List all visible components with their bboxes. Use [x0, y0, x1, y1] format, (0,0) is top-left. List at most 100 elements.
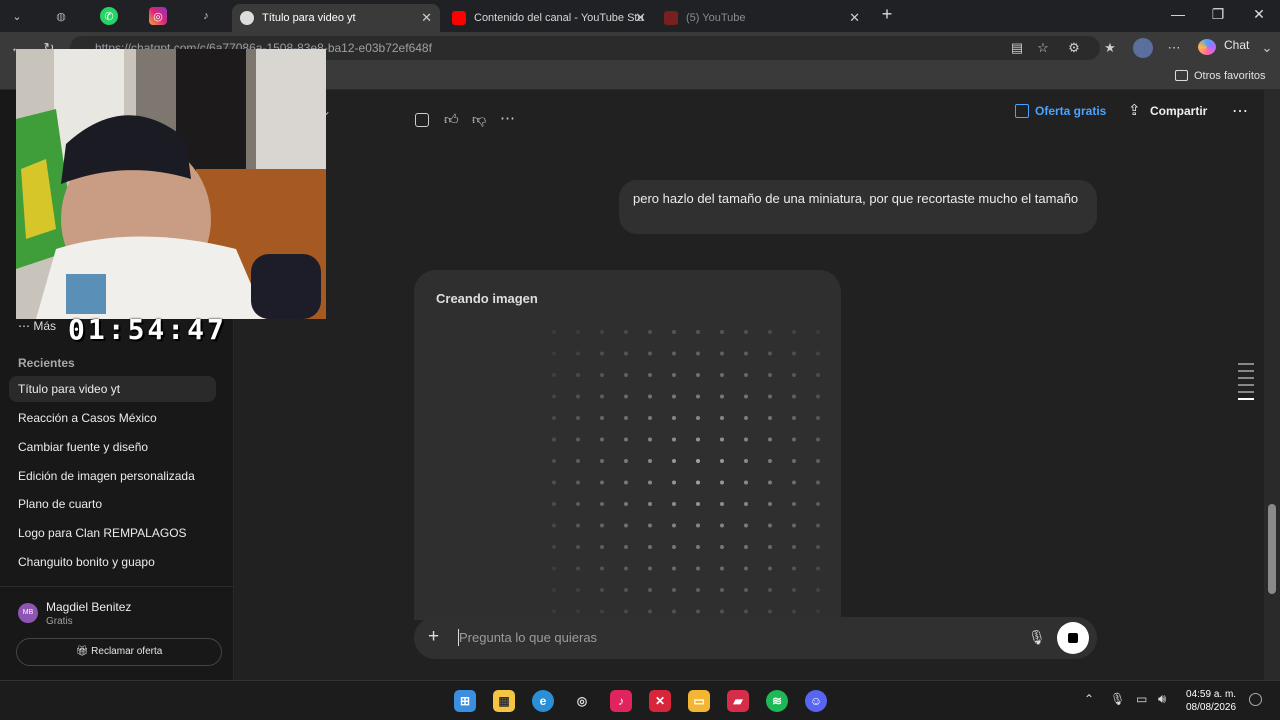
stop-button[interactable] — [1057, 622, 1089, 654]
add-attachment-icon[interactable]: + — [428, 626, 439, 648]
loading-dot — [816, 437, 820, 442]
close-icon[interactable]: ✕ — [849, 10, 860, 26]
loading-dot — [672, 523, 676, 528]
loading-dot — [816, 545, 820, 549]
sidebar-item-titulo[interactable]: Título para video yt — [9, 376, 216, 402]
loading-dot — [720, 523, 724, 528]
whatsapp-icon[interactable]: ✆ — [100, 7, 118, 25]
extensions-icon[interactable]: ⚙ — [1065, 40, 1083, 58]
offer-button[interactable]: Oferta gratis — [1035, 104, 1106, 118]
reading-view-icon[interactable]: ▤ — [1008, 40, 1026, 58]
loading-dot — [768, 437, 772, 442]
app-icon[interactable]: ▰ — [727, 690, 749, 712]
share-button[interactable]: Compartir — [1150, 104, 1207, 118]
loading-dot — [624, 588, 628, 592]
chevron-down-icon[interactable]: ⌄ — [1258, 40, 1276, 58]
favorite-star-icon[interactable]: ☆ — [1034, 40, 1052, 58]
thumbs-up-icon[interactable]: 👍︎ — [444, 111, 459, 128]
tab-list-icon[interactable]: ⌄ — [8, 7, 26, 25]
loading-dot — [816, 330, 820, 334]
chevron-up-icon[interactable]: ⌃ — [1084, 692, 1094, 706]
restore-button[interactable]: ❐ — [1206, 6, 1230, 23]
scrollbar-thumb[interactable] — [1268, 504, 1276, 594]
new-tab-button[interactable]: + — [875, 4, 899, 25]
sidebar-item-reaccion[interactable]: Reacción a Casos México — [9, 405, 216, 431]
avatar[interactable]: MB — [18, 603, 38, 623]
favorites-icon[interactable]: ★ — [1101, 40, 1119, 58]
more-options-icon[interactable]: ⋯ — [1165, 40, 1183, 58]
close-window-button[interactable]: ✕ — [1247, 6, 1271, 23]
windows-start-icon[interactable]: ⊞ — [454, 690, 476, 712]
loading-dots-grid — [552, 330, 820, 614]
loading-dot — [720, 394, 724, 399]
sidebar-item-edicion[interactable]: Edición de imagen personalizada — [9, 463, 216, 489]
prompt-input[interactable]: Pregunta lo que quieras — [459, 630, 597, 645]
workspaces-icon[interactable]: ◍ — [52, 7, 70, 25]
loading-dot — [768, 566, 772, 571]
network-icon[interactable]: ▭ — [1136, 692, 1147, 706]
instagram-icon[interactable]: ◎ — [149, 7, 167, 25]
loading-dot — [744, 416, 748, 420]
conversation-navigator[interactable] — [1238, 363, 1254, 400]
more-menu[interactable]: ⋯ Más — [18, 319, 56, 333]
close-icon[interactable]: ✕ — [635, 10, 646, 26]
loading-dot — [672, 545, 676, 549]
loading-dot — [624, 480, 628, 485]
close-icon[interactable]: ✕ — [421, 10, 432, 26]
tiktok-icon[interactable]: ♪ — [610, 690, 632, 712]
folder-icon — [1175, 70, 1188, 81]
loading-dot — [720, 609, 724, 614]
sidebar-item-plano[interactable]: Plano de cuarto — [9, 491, 216, 517]
tab-titulo-video[interactable]: Título para video yt ✕ — [232, 4, 440, 32]
copilot-chat-button[interactable]: Chat — [1195, 38, 1249, 52]
sidebar-item-changuito[interactable]: Changuito bonito y guapo — [9, 549, 216, 575]
loading-dot — [696, 330, 700, 334]
microphone-icon[interactable]: 🎙︎ — [1110, 692, 1125, 706]
notifications-icon[interactable] — [1249, 693, 1262, 706]
loading-dot — [744, 394, 748, 399]
capcut-icon[interactable]: ✕ — [649, 690, 671, 712]
loading-dot — [552, 523, 556, 528]
sidebar-item-logo[interactable]: Logo para Clan REMPALAGOS — [9, 520, 216, 546]
claim-label: Reclamar oferta — [91, 646, 163, 657]
loading-dot — [624, 609, 628, 614]
store-icon[interactable]: ▦ — [493, 690, 515, 712]
profile-avatar[interactable] — [1133, 38, 1153, 58]
copy-icon[interactable] — [415, 113, 429, 127]
more-actions-icon[interactable]: ⋯ — [500, 109, 515, 127]
loading-dot — [648, 609, 652, 614]
spotify-icon[interactable]: ≋ — [766, 690, 788, 712]
tab-youtube[interactable]: (5) YouTube ✕ — [656, 4, 868, 32]
claim-offer-button[interactable]: 🎁︎ Reclamar oferta — [16, 638, 222, 666]
loading-dot — [552, 588, 556, 592]
loading-dot — [816, 480, 820, 485]
loading-dot — [552, 394, 556, 399]
clock[interactable]: 04:59 a. m. 08/08/2026 — [1186, 688, 1236, 714]
loading-dot — [576, 545, 580, 549]
loading-dot — [792, 459, 796, 463]
file-explorer-icon[interactable]: ▭ — [688, 690, 710, 712]
edge-icon[interactable]: e — [532, 690, 554, 712]
loading-dot — [576, 459, 580, 463]
more-options-icon[interactable]: ⋯ — [1232, 101, 1248, 121]
loading-dot — [816, 373, 820, 377]
loading-dot — [792, 523, 796, 528]
minimize-button[interactable]: — — [1166, 6, 1190, 22]
loading-dot — [672, 437, 676, 442]
loading-dot — [624, 545, 628, 549]
sidebar-item-fuente[interactable]: Cambiar fuente y diseño — [9, 434, 216, 460]
user-name[interactable]: Magdiel Benitez — [46, 600, 131, 614]
clock-time: 04:59 a. m. — [1186, 689, 1237, 700]
obs-icon[interactable]: ◎ — [571, 690, 593, 712]
tiktok-icon[interactable]: ♪ — [197, 7, 215, 25]
loading-dot — [600, 330, 604, 334]
loading-dot — [600, 523, 604, 528]
other-favorites-link[interactable]: Otros favoritos — [1194, 70, 1266, 82]
scrollbar[interactable] — [1264, 90, 1280, 680]
volume-icon[interactable]: 🔊︎ — [1158, 691, 1166, 707]
microphone-icon[interactable]: 🎙︎ — [1028, 629, 1046, 646]
loading-dot — [768, 545, 772, 549]
tab-youtube-studio[interactable]: Contenido del canal - YouTube Stu ✕ — [444, 4, 654, 32]
discord-icon[interactable]: ☺ — [805, 690, 827, 712]
thumbs-down-icon[interactable]: 👎︎ — [472, 111, 486, 128]
